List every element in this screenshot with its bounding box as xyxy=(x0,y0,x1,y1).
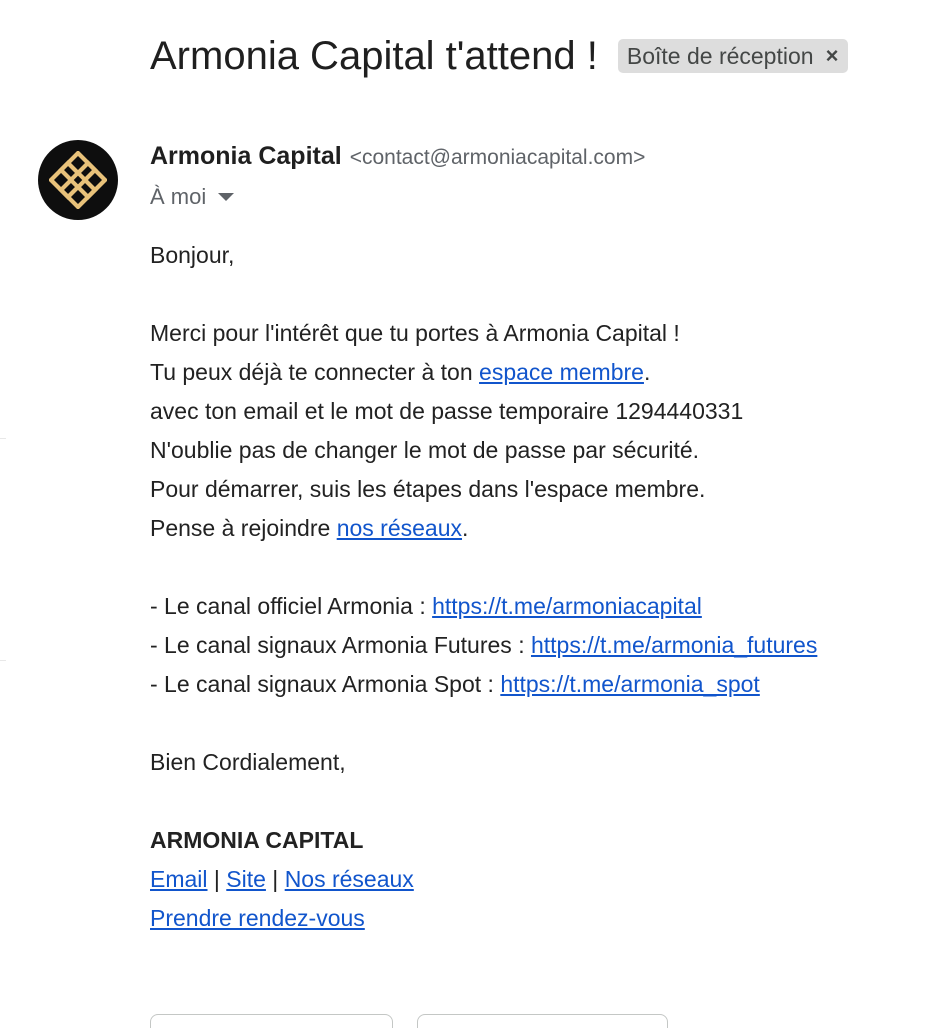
sender-name[interactable]: Armonia Capital xyxy=(150,142,342,171)
email-body: Bonjour, Merci pour l'intérêt que tu por… xyxy=(150,236,817,938)
body-line: N'oublie pas de changer le mot de passe … xyxy=(150,437,700,463)
divider xyxy=(0,660,6,661)
body-line: Pense à rejoindre nos réseaux. xyxy=(150,515,469,541)
signature-email-link[interactable]: Email xyxy=(150,866,208,892)
recipient-details-toggle[interactable]: À moi xyxy=(150,184,235,210)
body-line: Merci pour l'intérêt que tu portes à Arm… xyxy=(150,320,680,346)
sender-row: Armonia Capital <contact@armoniacapital.… xyxy=(150,142,645,171)
caret-down-icon[interactable] xyxy=(218,193,235,201)
signature-appointment: Prendre rendez-vous xyxy=(150,899,817,938)
subject-row: Armonia Capital t'attend ! Boîte de réce… xyxy=(150,28,849,84)
reply-button[interactable] xyxy=(150,1014,393,1028)
futures-channel-link[interactable]: https://t.me/armonia_futures xyxy=(531,632,817,658)
signature-site-link[interactable]: Site xyxy=(226,866,266,892)
sender-email: <contact@armoniacapital.com> xyxy=(349,146,646,169)
body-line: Pour démarrer, suis les étapes dans l'es… xyxy=(150,476,706,502)
spot-channel-link[interactable]: https://t.me/armonia_spot xyxy=(500,671,760,697)
signature-networks-link[interactable]: Nos réseaux xyxy=(285,866,414,892)
closing: Bien Cordialement, xyxy=(150,749,346,775)
email-view: Armonia Capital t'attend ! Boîte de réce… xyxy=(0,0,948,1028)
greeting: Bonjour, xyxy=(150,242,235,268)
body-line: Tu peux déjà te connecter à ton espace m… xyxy=(150,359,651,385)
channel-line: - Le canal signaux Armonia Futures : htt… xyxy=(150,632,818,658)
forward-button[interactable] xyxy=(417,1014,668,1028)
signature-name: ARMONIA CAPITAL xyxy=(150,827,364,853)
networks-link[interactable]: nos réseaux xyxy=(337,515,462,541)
armonia-knot-logo-icon xyxy=(49,151,107,209)
sender-avatar[interactable] xyxy=(38,140,118,220)
signature-links: Email | Site | Nos réseaux xyxy=(150,866,414,892)
email-subject: Armonia Capital t'attend ! xyxy=(150,34,598,78)
inbox-label-text: Boîte de réception xyxy=(626,42,814,69)
remove-label-icon[interactable]: × xyxy=(826,45,839,67)
channel-line: - Le canal officiel Armonia : https://t.… xyxy=(150,593,702,619)
inbox-label-chip[interactable]: Boîte de réception × xyxy=(617,39,849,73)
official-channel-link[interactable]: https://t.me/armoniacapital xyxy=(432,593,702,619)
recipient-label: À moi xyxy=(150,184,207,209)
member-area-link[interactable]: espace membre xyxy=(479,359,644,385)
appointment-link[interactable]: Prendre rendez-vous xyxy=(150,905,365,931)
channel-line: - Le canal signaux Armonia Spot : https:… xyxy=(150,671,760,697)
divider xyxy=(0,438,6,439)
body-line: avec ton email et le mot de passe tempor… xyxy=(150,398,744,424)
